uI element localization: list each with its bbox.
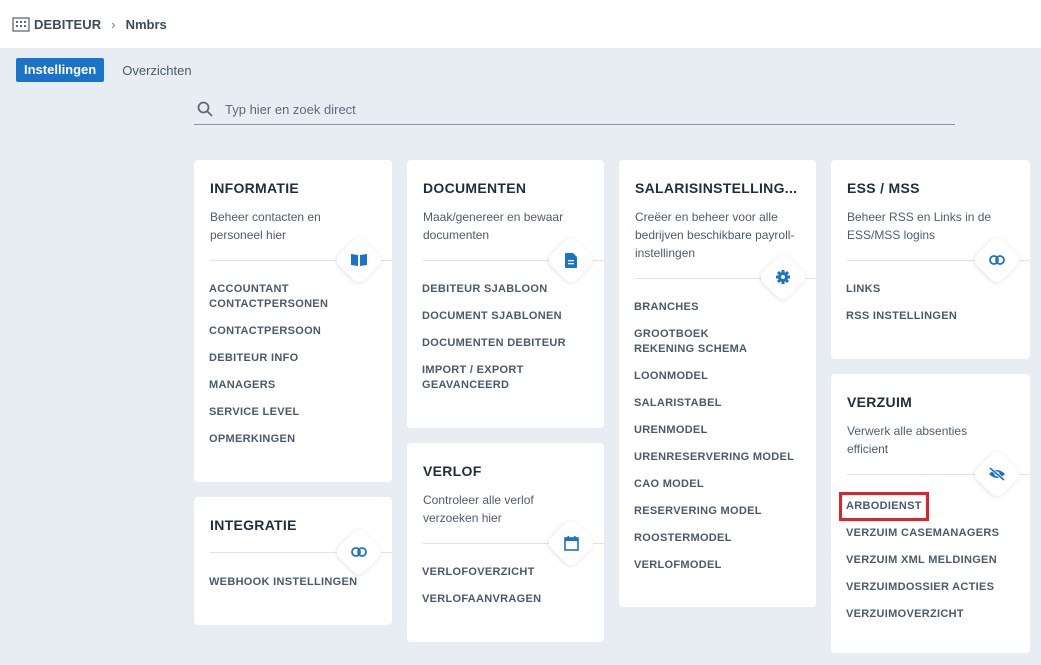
link-reservering-model[interactable]: RESERVERING MODEL (634, 504, 794, 519)
search-bar (194, 94, 955, 125)
top-bar: DEBITEUR › Nmbrs (0, 0, 1041, 48)
link-webhook-instellingen[interactable]: WEBHOOK INSTELLINGEN (209, 575, 357, 590)
link-verlofoverzicht[interactable]: VERLOFOVERZICHT (422, 565, 541, 580)
link-icon (979, 242, 1015, 278)
card-title: INFORMATIE (210, 180, 300, 196)
link-verlofmodel[interactable]: VERLOFMODEL (634, 558, 794, 573)
tab-bar: Instellingen Overzichten (16, 58, 200, 82)
link-debiteur-info[interactable]: DEBITEUR INFO (209, 351, 339, 366)
card-informatie: INFORMATIE Beheer contacten en personeel… (194, 160, 392, 482)
link-document-sjablonen[interactable]: DOCUMENT SJABLONEN (422, 309, 566, 324)
link-verzuimdossier-acties[interactable]: VERZUIMDOSSIER ACTIES (846, 580, 999, 595)
card-title: VERZUIM (847, 394, 913, 410)
building-icon (12, 17, 30, 32)
card-integratie: INTEGRATIE WEBHOOK INSTELLINGEN (194, 497, 392, 625)
card-title: SALARISINSTELLING... (635, 180, 798, 196)
calendar-icon (553, 525, 589, 561)
card-verzuim: VERZUIM Verwerk alle absenties efficient… (831, 374, 1030, 653)
gear-icon (765, 259, 801, 295)
link-grootboek-rekening-schema[interactable]: GROOTBOEK REKENING SCHEMA (634, 327, 764, 357)
link-service-level[interactable]: SERVICE LEVEL (209, 405, 339, 420)
card-title: VERLOF (423, 463, 482, 479)
card-ess-mss: ESS / MSS Beheer RSS en Links in de ESS/… (831, 160, 1030, 359)
link-managers[interactable]: MANAGERS (209, 378, 339, 393)
card-links: LINKS RSS INSTELLINGEN (846, 282, 957, 336)
link-loonmodel[interactable]: LOONMODEL (634, 369, 794, 384)
link-verzuim-casemanagers[interactable]: VERZUIM CASEMANAGERS (846, 526, 999, 541)
link-branches[interactable]: BRANCHES (634, 300, 794, 315)
link-import-export-geavanceerd[interactable]: IMPORT / EXPORT GEAVANCEERD (422, 363, 552, 393)
card-links: BRANCHES GROOTBOEK REKENING SCHEMA LOONM… (634, 300, 794, 585)
search-icon (197, 101, 213, 117)
card-description: Controleer alle verlof verzoeken hier (423, 493, 534, 525)
link-verzuim-xml-meldingen[interactable]: VERZUIM XML MELDINGEN (846, 553, 999, 568)
link-urenmodel[interactable]: URENMODEL (634, 423, 794, 438)
eye-slash-icon (979, 456, 1015, 492)
card-salarisinstellingen: SALARISINSTELLING... Creëer en beheer vo… (619, 160, 816, 607)
link-urenreservering-model[interactable]: URENRESERVERING MODEL (634, 450, 794, 465)
card-title: DOCUMENTEN (423, 180, 527, 196)
card-links: ACCOUNTANT CONTACTPERSONEN CONTACTPERSOO… (209, 282, 339, 459)
link-links[interactable]: LINKS (846, 282, 957, 297)
tab-overzichten[interactable]: Overzichten (114, 59, 199, 82)
link-debiteur-sjabloon[interactable]: DEBITEUR SJABLOON (422, 282, 566, 297)
card-title: INTEGRATIE (210, 517, 297, 533)
document-icon (553, 242, 589, 278)
link-contactpersoon[interactable]: CONTACTPERSOON (209, 324, 339, 339)
link-salaristabel[interactable]: SALARISTABEL (634, 396, 794, 411)
link-accountant-contactpersonen[interactable]: ACCOUNTANT CONTACTPERSONEN (209, 282, 339, 312)
link-roostermodel[interactable]: ROOSTERMODEL (634, 531, 794, 546)
card-links: VERLOFOVERZICHT VERLOFAANVRAGEN (422, 565, 541, 619)
card-links: ARBODIENST VERZUIM CASEMANAGERS VERZUIM … (839, 492, 999, 634)
card-description: Verwerk alle absenties efficient (847, 424, 968, 456)
breadcrumb-root[interactable]: DEBITEUR (34, 17, 101, 32)
card-title: ESS / MSS (847, 180, 920, 196)
link-verlofaanvragen[interactable]: VERLOFAANVRAGEN (422, 592, 541, 607)
tab-instellingen[interactable]: Instellingen (16, 58, 105, 82)
card-description: Creëer en beheer voor alle bedrijven bes… (635, 210, 795, 260)
link-icon (341, 534, 377, 570)
card-links: DEBITEUR SJABLOON DOCUMENT SJABLONEN DOC… (422, 282, 566, 405)
link-documenten-debiteur[interactable]: DOCUMENTEN DEBITEUR (422, 336, 566, 351)
card-links: WEBHOOK INSTELLINGEN (209, 575, 357, 602)
link-arbodienst[interactable]: ARBODIENST (839, 492, 929, 521)
book-icon (341, 242, 377, 278)
chevron-right-icon: › (111, 16, 116, 32)
link-rss-instellingen[interactable]: RSS INSTELLINGEN (846, 309, 957, 324)
card-documenten: DOCUMENTEN Maak/genereer en bewaar docum… (407, 160, 604, 428)
breadcrumb-current: Nmbrs (125, 16, 167, 32)
link-verzuimoverzicht[interactable]: VERZUIMOVERZICHT (846, 607, 999, 622)
card-verlof: VERLOF Controleer alle verlof verzoeken … (407, 443, 604, 642)
search-input[interactable] (225, 101, 925, 117)
link-opmerkingen[interactable]: OPMERKINGEN (209, 432, 339, 447)
link-cao-model[interactable]: CAO MODEL (634, 477, 794, 492)
card-description: Beheer contacten en personeel hier (210, 210, 321, 242)
